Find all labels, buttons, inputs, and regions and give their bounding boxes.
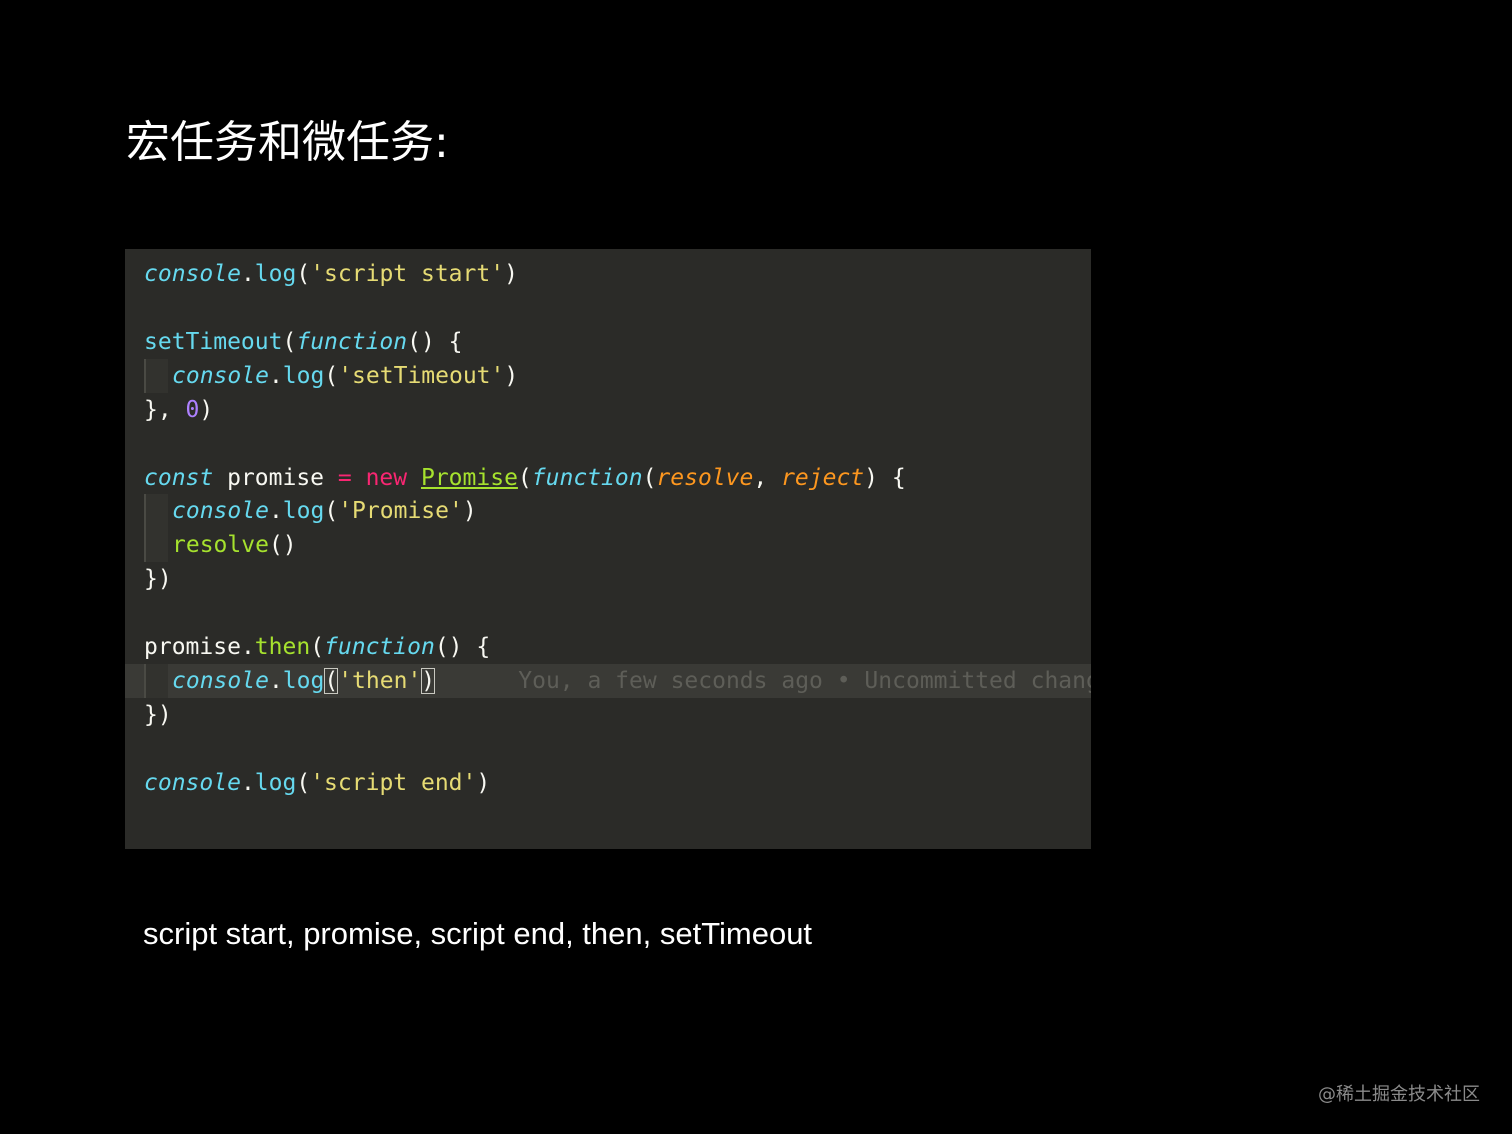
token-console: console [172, 363, 269, 389]
token-paren: ) [504, 261, 518, 287]
code-line-9[interactable]: promise.then(function() { [144, 630, 490, 664]
token-paren: ( [310, 634, 325, 660]
token-brace: }) [144, 566, 172, 592]
token-console: console [172, 498, 269, 524]
token-dot: . [268, 363, 283, 389]
token-comma: , [753, 465, 782, 491]
token-paren-matched: ) [421, 668, 436, 694]
token-identifier: promise [144, 634, 241, 660]
token-console: console [144, 261, 241, 287]
code-line-4[interactable]: }, 0) [144, 393, 213, 427]
token-then: then [254, 634, 311, 660]
token-identifier: promise [213, 465, 338, 491]
token-dot: . [240, 261, 255, 287]
token-paren: ) [504, 363, 519, 389]
token-brace: }, [144, 397, 186, 423]
code-line-1[interactable]: console.log('script start') [144, 257, 518, 291]
token-paren: ( [324, 498, 339, 524]
code-line-8[interactable]: }) [144, 562, 172, 596]
token-settimeout: setTimeout [144, 329, 283, 355]
token-paren: ) [476, 770, 491, 796]
token-paren: ( [282, 329, 297, 355]
token-dot: . [268, 498, 283, 524]
token-class-promise: Promise [420, 465, 518, 491]
token-paren: ( [296, 770, 311, 796]
token-paren-matched: ( [324, 668, 339, 694]
token-function: function [324, 634, 435, 660]
token-resolve-call: resolve [172, 532, 269, 558]
token-number: 0 [185, 397, 200, 423]
indent-guide [144, 494, 168, 528]
indent-guide [144, 528, 168, 562]
token-string: 'Promise' [338, 498, 463, 524]
indent-guide [144, 359, 168, 393]
token-brace: }) [144, 702, 172, 728]
token-rest: () { [407, 329, 463, 355]
token-dot: . [268, 668, 283, 694]
token-rest: ) { [864, 465, 906, 491]
code-line-2[interactable]: setTimeout(function() { [144, 325, 463, 359]
token-paren: ) [199, 397, 214, 423]
token-console: console [144, 770, 241, 796]
token-new: new [351, 465, 421, 491]
token-function: function [531, 465, 643, 491]
token-function: function [296, 329, 408, 355]
token-const: const [144, 465, 214, 491]
token-log: log [254, 261, 297, 287]
token-string: 'then' [338, 668, 422, 694]
token-string: 'setTimeout' [338, 363, 505, 389]
git-blame-annotation: You, a few seconds ago • Uncommitted cha… [435, 668, 1091, 694]
token-rest: () { [434, 634, 491, 660]
git-blame-text: You, a few seconds ago • Uncommitted cha… [518, 668, 1091, 694]
token-paren: ( [642, 465, 657, 491]
token-paren: ( [324, 363, 339, 389]
code-line-7[interactable]: resolve() [172, 528, 297, 562]
token-paren: ( [296, 261, 311, 287]
watermark: @稀土掘金技术社区 [1318, 1084, 1480, 1105]
token-paren: ) [462, 498, 477, 524]
code-editor[interactable]: console.log('script start') setTimeout(f… [125, 249, 1091, 849]
code-line-6[interactable]: console.log('Promise') [172, 494, 477, 528]
token-log: log [254, 770, 297, 796]
answer-text: script start, promise, script end, then,… [143, 916, 813, 951]
token-string: 'script end' [310, 770, 477, 796]
token-log: log [282, 668, 325, 694]
token-console: console [172, 668, 269, 694]
token-log: log [282, 498, 325, 524]
code-line-10[interactable]: console.log('then') You, a few seconds a… [172, 664, 1091, 698]
token-param-reject: reject [781, 465, 865, 491]
slide-title: 宏任务和微任务: [126, 117, 449, 168]
code-line-12[interactable]: console.log('script end') [144, 766, 490, 800]
indent-guide [144, 664, 168, 698]
token-dot: . [240, 634, 255, 660]
code-line-5[interactable]: const promise = new Promise(function(res… [144, 461, 906, 495]
token-dot: . [240, 770, 255, 796]
code-line-3[interactable]: console.log('setTimeout') [172, 359, 518, 393]
token-operator: = [337, 465, 352, 491]
token-log: log [282, 363, 325, 389]
code-line-11[interactable]: }) [144, 698, 172, 732]
token-string: 'script start' [310, 261, 505, 287]
token-paren: () [268, 532, 297, 558]
token-paren: ( [517, 465, 532, 491]
token-param-resolve: resolve [656, 465, 754, 491]
